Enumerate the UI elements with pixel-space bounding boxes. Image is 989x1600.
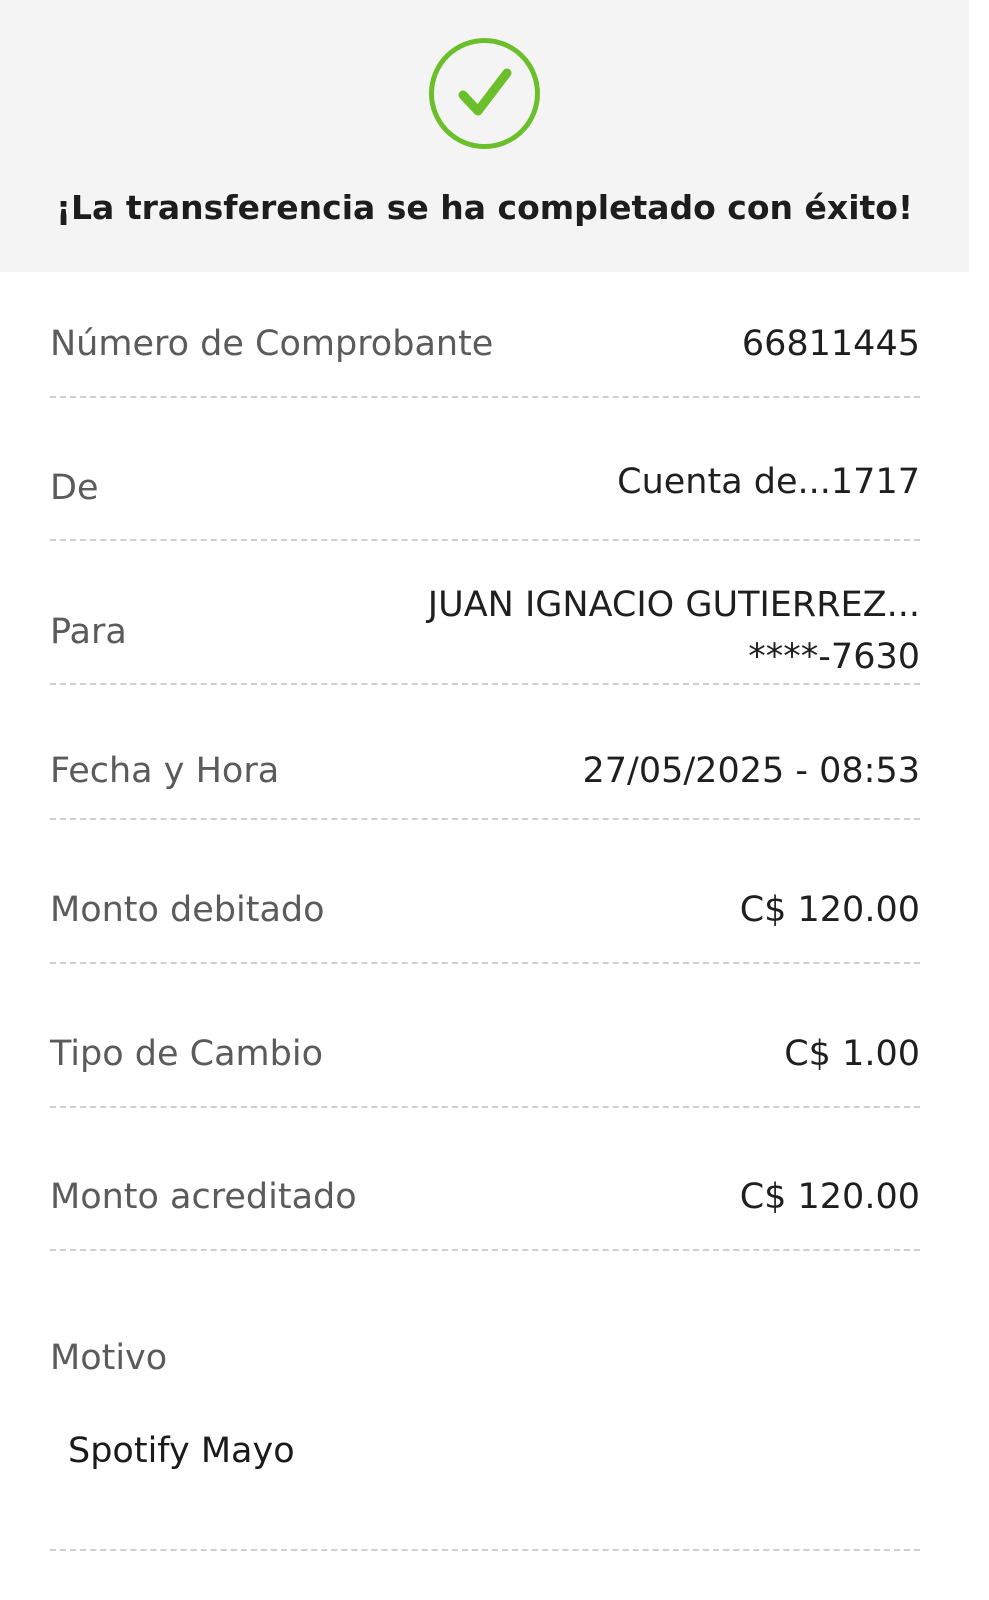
motivo-value: Spotify Mayo (68, 1431, 295, 1471)
para-label: Para (50, 612, 127, 652)
para-value-name: JUAN IGNACIO GUTIERREZ... (427, 585, 920, 625)
tipo-cambio-label: Tipo de Cambio (50, 1034, 323, 1074)
divider (50, 396, 920, 398)
comprobante-value: 66811445 (741, 324, 920, 364)
para-value-account: ****-7630 (748, 637, 920, 677)
monto-debitado-value: C$ 120.00 (739, 890, 920, 930)
transfer-receipt: ¡La transferencia se ha completado con é… (0, 0, 989, 1600)
check-circle-icon (428, 37, 541, 150)
comprobante-label: Número de Comprobante (50, 324, 494, 364)
monto-acreditado-value: C$ 120.00 (739, 1177, 920, 1217)
success-title: ¡La transferencia se ha completado con é… (55, 188, 914, 227)
de-value: Cuenta de...1717 (617, 462, 920, 502)
success-header: ¡La transferencia se ha completado con é… (0, 0, 969, 272)
tipo-cambio-value: C$ 1.00 (784, 1034, 920, 1074)
divider (50, 1549, 920, 1551)
divider (50, 962, 920, 964)
right-margin (969, 0, 989, 1600)
divider (50, 818, 920, 820)
divider (50, 683, 920, 685)
divider (50, 1249, 920, 1251)
fecha-label: Fecha y Hora (50, 751, 280, 791)
divider (50, 1106, 920, 1108)
monto-debitado-label: Monto debitado (50, 890, 325, 930)
divider (50, 539, 920, 541)
motivo-label: Motivo (50, 1338, 168, 1378)
de-label: De (50, 468, 99, 508)
fecha-value: 27/05/2025 - 08:53 (582, 751, 920, 791)
monto-acreditado-label: Monto acreditado (50, 1177, 357, 1217)
